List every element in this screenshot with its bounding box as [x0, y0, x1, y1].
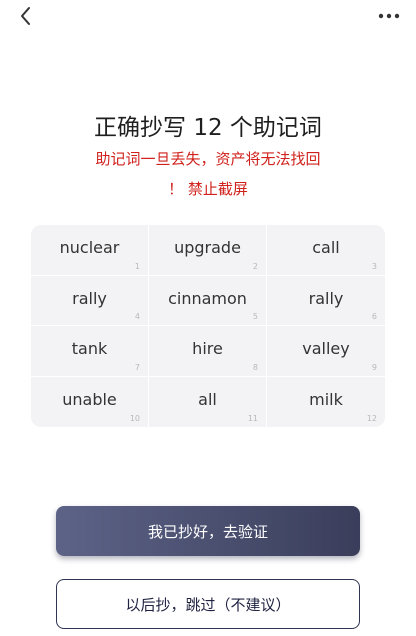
mnemonic-word: upgrade	[174, 238, 241, 258]
mnemonic-word-cell: rally 4	[31, 275, 149, 326]
word-index: 8	[252, 362, 258, 372]
mnemonic-word: rally	[72, 288, 107, 308]
mnemonic-word: all	[198, 390, 217, 410]
word-index: 9	[371, 362, 377, 372]
word-index: 6	[371, 312, 377, 321]
chevron-left-icon	[21, 7, 30, 25]
mnemonic-word-cell: rally 6	[267, 276, 385, 326]
mnemonic-word-cell: valley 9	[267, 326, 385, 377]
mnemonic-word: milk	[309, 390, 343, 410]
mnemonic-word-cell: milk 12	[267, 377, 385, 428]
mnemonic-word-cell: upgrade 2	[149, 225, 267, 276]
verify-button[interactable]: 我已抄好，去验证	[56, 506, 360, 556]
mnemonic-word-cell: nuclear 1	[31, 225, 149, 276]
word-index: 3	[371, 261, 377, 271]
word-index: 4	[134, 312, 140, 321]
mnemonic-word: call	[312, 238, 340, 258]
mnemonic-word: tank	[71, 339, 108, 359]
word-index: 1	[134, 261, 140, 271]
mnemonic-word-cell: hire 8	[149, 326, 267, 377]
mnemonic-word: valley	[302, 339, 350, 359]
mnemonic-word: nuclear	[59, 238, 120, 258]
more-button[interactable]	[376, 6, 402, 26]
word-index: 7	[134, 362, 140, 372]
mnemonic-word: hire	[192, 339, 223, 359]
page-title: 正确抄写 12 个助记词	[94, 115, 322, 141]
word-index: 5	[252, 312, 258, 321]
word-index: 11	[247, 414, 258, 423]
back-button[interactable]	[14, 4, 38, 28]
mnemonic-word-cell: tank 7	[31, 326, 149, 377]
mnemonic-word-cell: cinnamon 5	[149, 275, 267, 326]
mnemonic-word-cell: unable 10	[31, 376, 149, 427]
skip-button[interactable]: 以后抄，跳过（不建议）	[56, 579, 360, 629]
word-index: 10	[129, 414, 140, 423]
more-horizontal-icon	[378, 13, 400, 19]
word-index: 2	[252, 261, 258, 271]
mnemonic-word: unable	[62, 390, 117, 410]
screenshot-warning: ！ 禁止截屏	[168, 180, 248, 198]
word-index: 12	[366, 414, 377, 423]
mnemonic-grid: nuclear 1 upgrade 2 call 3 rally 4 cinnamon 5…	[31, 225, 385, 427]
mnemonic-word: rally	[308, 288, 344, 308]
warning-text: 助记词一旦丢失，资产将无法找回	[95, 150, 321, 168]
mnemonic-word-cell: all 11	[149, 376, 267, 427]
mnemonic-word: cinnamon	[168, 288, 247, 308]
mnemonic-word-cell: call 3	[267, 225, 385, 276]
